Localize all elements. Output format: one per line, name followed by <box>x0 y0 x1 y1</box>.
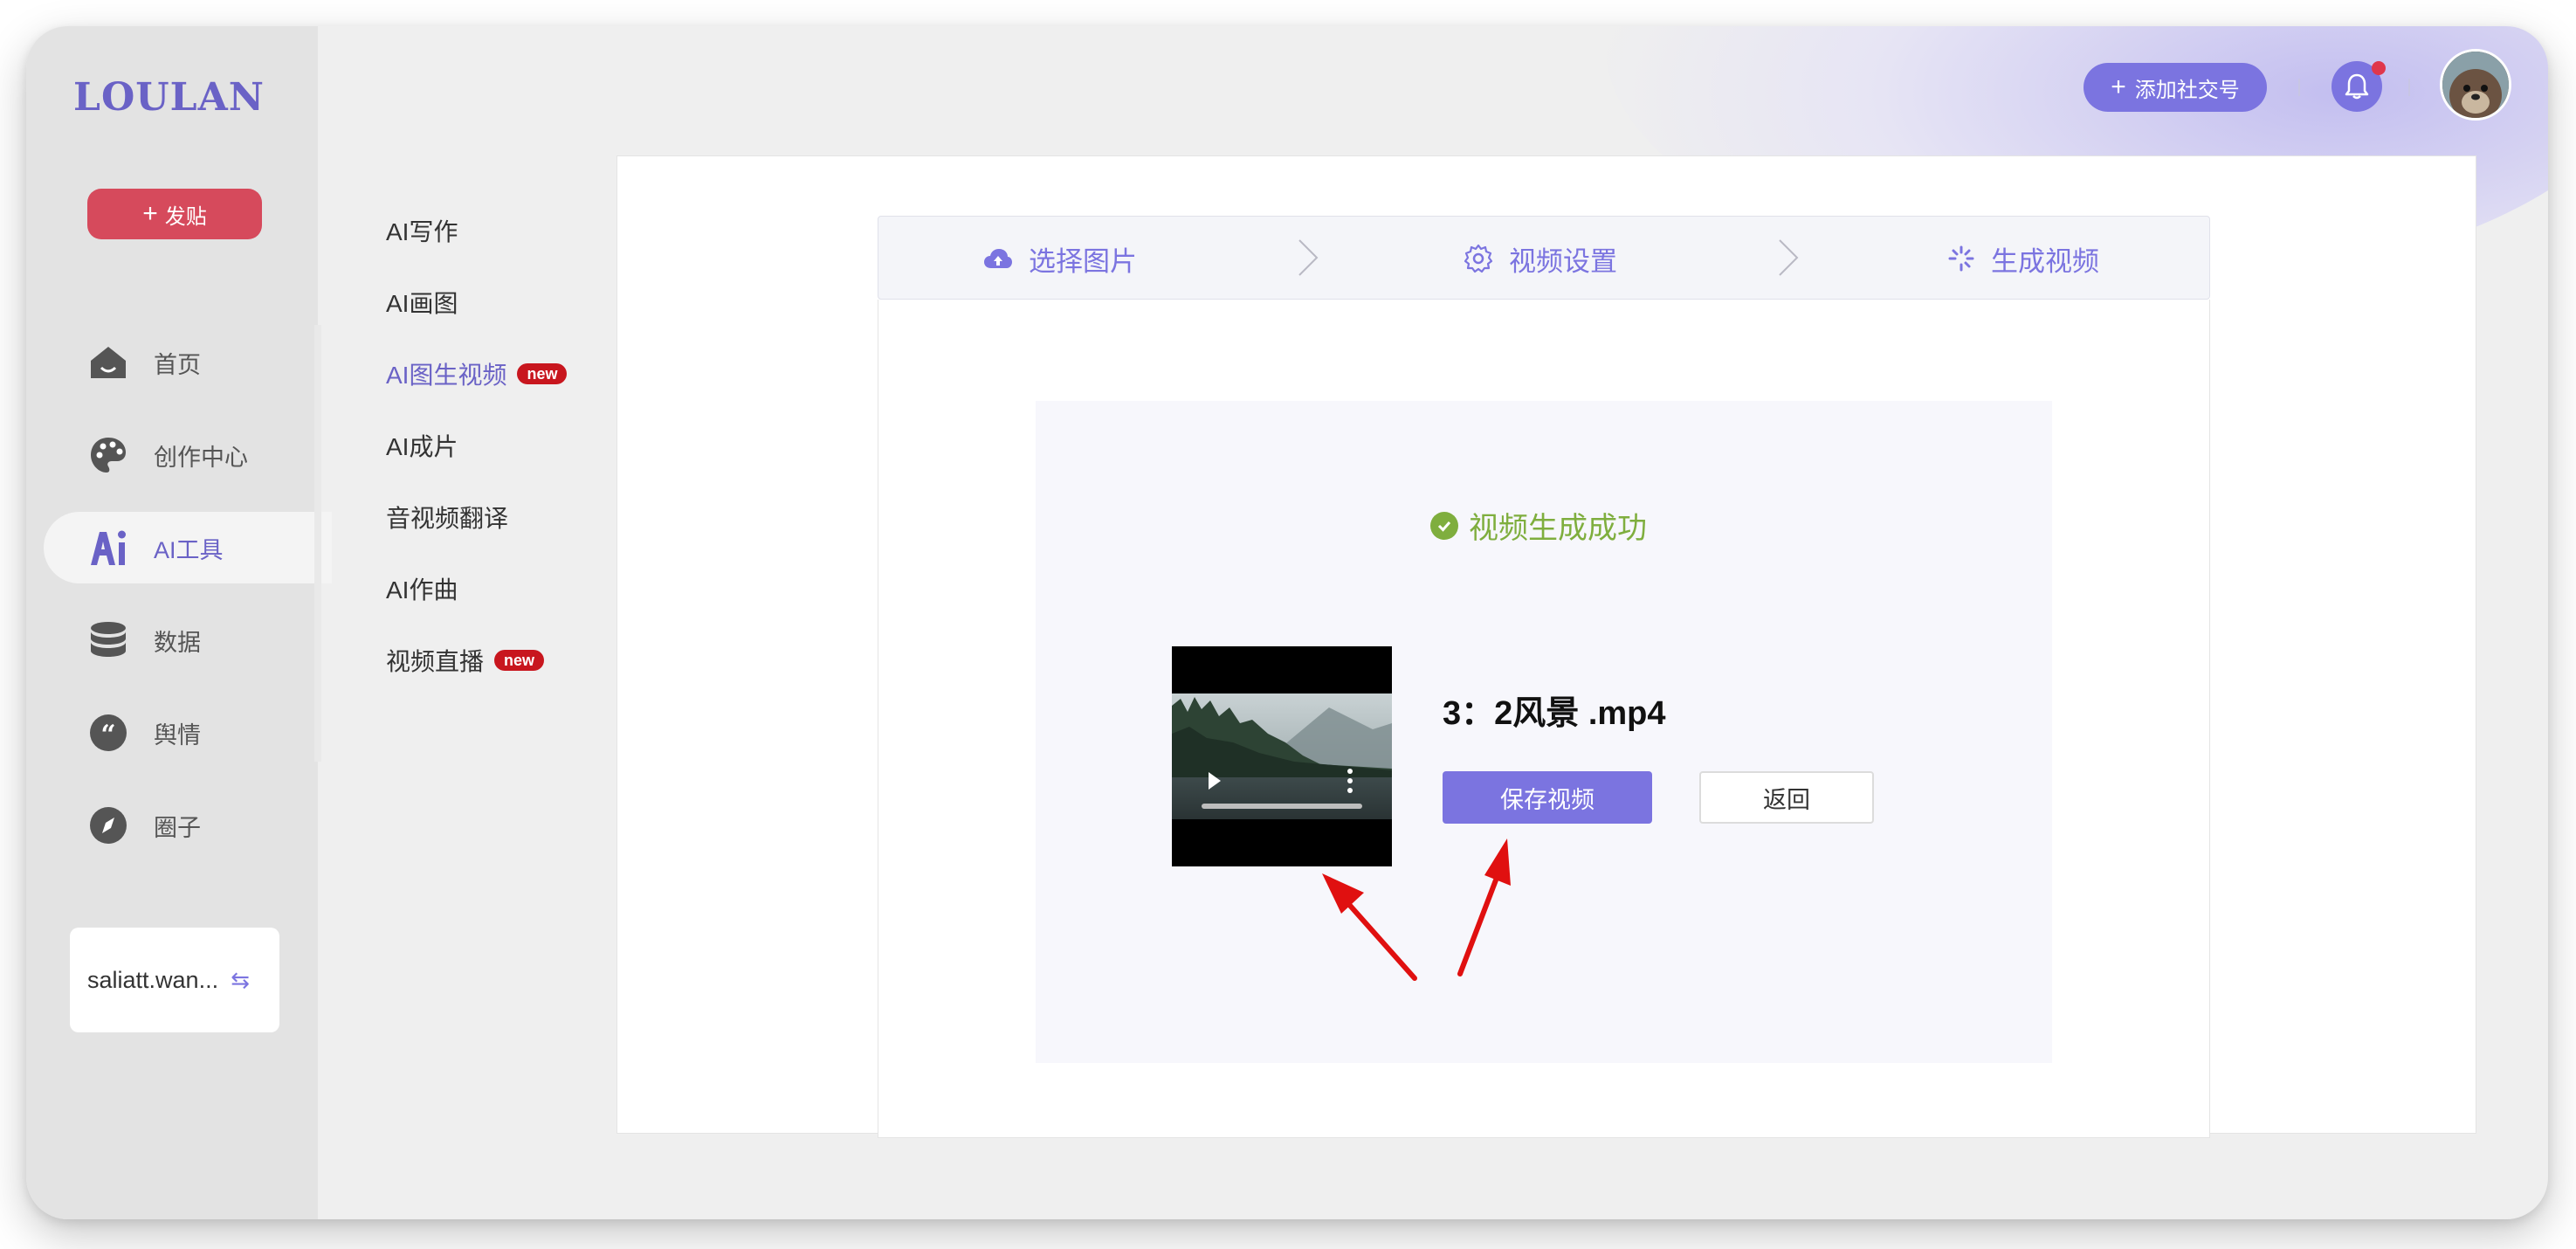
ai-icon <box>86 525 131 570</box>
loading-icon <box>1948 245 1974 272</box>
status-text: 视频生成成功 <box>1469 512 1647 545</box>
post-button[interactable]: + 发贴 <box>87 189 262 239</box>
database-icon <box>86 618 131 663</box>
account-name: saliatt.wan... <box>87 966 219 993</box>
sidebar-item-label: 舆情 <box>154 721 201 749</box>
step-label: 视频设置 <box>1509 245 1617 277</box>
plus-icon: + <box>142 199 158 228</box>
result-panel: 视频生成成功 3：2风景 .mp4 保存视频 返回 <box>1036 401 2052 1063</box>
sidebar-item-label: 创作中心 <box>154 444 248 471</box>
logo: LOULAN <box>73 75 265 120</box>
main-panel: 选择图片 视频设置 生成视频 视频生成成功 3：2风景 .mp4 保存视频 返回 <box>616 155 2476 1138</box>
sidebar: LOULAN + 发贴 首页 创作中心 AI工具 数据 “ 舆情 圈子 sali… <box>26 26 332 1219</box>
subnav-item-av-translate[interactable]: 音视频翻译 <box>386 500 508 535</box>
sidebar-item-sentiment[interactable]: “ 舆情 <box>44 697 332 769</box>
sidebar-item-ai-tools[interactable]: AI工具 <box>44 512 332 583</box>
subnav-item-live[interactable]: 视频直播 new <box>386 643 545 678</box>
compass-icon <box>86 803 131 848</box>
step-label: 生成视频 <box>1991 245 2099 277</box>
post-button-label: 发贴 <box>164 204 207 229</box>
sidebar-divider <box>314 325 321 762</box>
back-button[interactable]: 返回 <box>1699 771 1874 824</box>
gear-icon <box>1464 244 1493 273</box>
sidebar-item-circle[interactable]: 圈子 <box>44 790 332 861</box>
account-switcher[interactable]: saliatt.wan... ⇆ <box>70 928 279 1032</box>
divider <box>2408 79 2410 96</box>
add-social-button[interactable]: + 添加社交号 <box>2084 63 2267 112</box>
sidebar-item-label: 首页 <box>154 351 201 378</box>
cloud-upload-icon <box>984 249 1012 268</box>
subnav-label: AI图生视频 <box>386 362 507 389</box>
new-badge: new <box>517 363 568 384</box>
new-badge: new <box>494 650 545 671</box>
add-social-label: 添加社交号 <box>2134 78 2240 102</box>
step-video-settings[interactable]: 视频设置 <box>1464 217 1617 300</box>
subnav-label: AI成片 <box>386 433 458 460</box>
save-video-button[interactable]: 保存视频 <box>1443 771 1652 824</box>
sidebar-item-creation[interactable]: 创作中心 <box>44 419 332 491</box>
svg-text:“: “ <box>100 720 115 750</box>
avatar[interactable] <box>2440 49 2511 121</box>
chevron-right-icon <box>1779 239 1799 276</box>
palette-icon <box>86 432 131 478</box>
step-select-image[interactable]: 选择图片 <box>983 217 1137 300</box>
subnav-label: AI作曲 <box>386 576 458 604</box>
app-window: LOULAN + 发贴 首页 创作中心 AI工具 数据 “ 舆情 圈子 sali… <box>26 26 2548 1219</box>
subnav-item-ai-image-to-video[interactable]: AI图生视频 new <box>386 356 568 391</box>
sidebar-item-label: 数据 <box>154 629 201 656</box>
quote-icon: “ <box>86 710 131 756</box>
step-label: 选择图片 <box>1029 245 1137 277</box>
sidebar-item-label: AI工具 <box>154 536 224 563</box>
swap-icon[interactable]: ⇆ <box>231 967 250 994</box>
notification-dot <box>2372 61 2386 75</box>
video-player[interactable] <box>1172 646 1392 866</box>
divider <box>2298 79 2300 96</box>
home-icon <box>86 340 131 385</box>
video-filename: 3：2风景 .mp4 <box>1443 695 1666 732</box>
sidebar-item-data[interactable]: 数据 <box>44 604 332 676</box>
sidebar-item-home[interactable]: 首页 <box>44 327 332 398</box>
plus-icon: + <box>2111 72 2126 101</box>
step-generate-video[interactable]: 生成视频 <box>1947 217 2099 300</box>
subnav-item-ai-compose[interactable]: AI作曲 <box>386 571 458 606</box>
subnav-item-ai-film[interactable]: AI成片 <box>386 428 458 463</box>
subnav-label: AI画图 <box>386 290 458 317</box>
bell-icon <box>2345 73 2369 100</box>
check-circle-icon <box>1430 511 1458 540</box>
subnav-label: 音视频翻译 <box>386 505 509 532</box>
subnav-item-ai-drawing[interactable]: AI画图 <box>386 285 458 320</box>
status-message: 视频生成成功 <box>1430 504 1647 547</box>
chevron-right-icon <box>1298 239 1319 276</box>
subnav-item-ai-writing[interactable]: AI写作 <box>386 213 458 248</box>
subnav-label: 视频直播 <box>386 648 485 675</box>
subnav-label: AI写作 <box>386 218 458 245</box>
result-area: 视频生成成功 3：2风景 .mp4 保存视频 返回 <box>878 300 2210 1138</box>
sidebar-item-label: 圈子 <box>154 814 201 841</box>
stepper: 选择图片 视频设置 生成视频 <box>878 216 2210 300</box>
